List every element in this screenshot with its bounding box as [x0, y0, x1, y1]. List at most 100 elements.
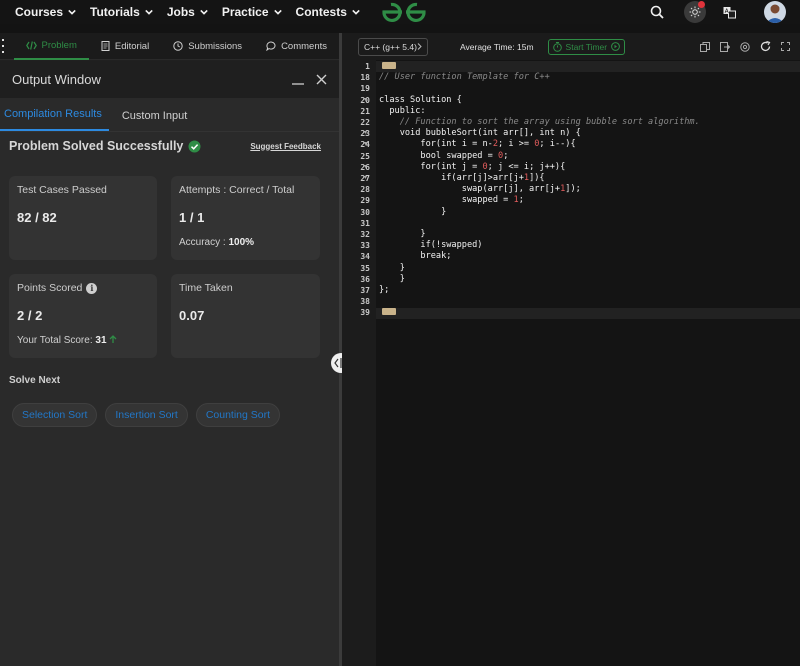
tab-submissions-label: Submissions	[188, 40, 243, 52]
points-value: 2 / 2	[17, 308, 43, 323]
tab-comments[interactable]: Comments	[254, 33, 339, 60]
nav-jobs-label: Jobs	[166, 5, 195, 19]
minimize-icon[interactable]	[292, 74, 304, 86]
line-number: 32	[360, 230, 370, 239]
tab-custom-input[interactable]: Custom Input	[109, 110, 200, 131]
code-line	[379, 61, 396, 72]
top-navbar: Courses Tutorials Jobs Practice Contests…	[0, 0, 800, 24]
code-line: for(int j = 0; j <= i; j++){	[379, 161, 566, 172]
document-icon	[101, 41, 110, 51]
solve-next-chip[interactable]: Counting Sort	[195, 403, 281, 427]
code-line: class Solution {	[379, 94, 462, 105]
search-icon[interactable]	[646, 1, 668, 23]
nav-courses-label: Courses	[15, 5, 64, 19]
editor-toolbar: C++ (g++ 5.4) Average Time: 15m Start Ti…	[342, 33, 800, 60]
line-number: 34	[360, 252, 370, 262]
suggest-feedback-link[interactable]: Suggest Feedback	[250, 142, 321, 151]
start-timer-button[interactable]: Start Timer	[547, 38, 626, 55]
tab-problem[interactable]: Problem	[13, 33, 89, 60]
accuracy-label: Accuracy :	[179, 237, 226, 248]
accuracy-value: 100%	[228, 237, 255, 248]
nav-practice-label: Practice	[221, 5, 269, 19]
fold-arrow-icon[interactable]: ▾	[364, 173, 367, 184]
time-taken-label: Time Taken	[179, 282, 233, 294]
solve-next-list: Selection Sort Insertion Sort Counting S…	[12, 403, 281, 427]
nav-practice[interactable]: Practice	[222, 5, 282, 19]
collapsed-code-icon[interactable]	[382, 308, 396, 316]
test-cases-label: Test Cases Passed	[17, 184, 107, 196]
code-line: if(!swapped)	[379, 240, 483, 251]
code-line: }	[379, 273, 405, 284]
collapsed-region[interactable]	[376, 308, 800, 319]
avatar[interactable]	[764, 1, 786, 23]
fold-arrow-icon[interactable]: ▾	[364, 128, 367, 139]
nav-jobs[interactable]: Jobs	[167, 5, 208, 19]
line-number: 29	[360, 196, 370, 206]
test-cases-value: 82 / 82	[17, 210, 57, 225]
code-line: };	[379, 285, 390, 295]
chevron-down-icon	[68, 9, 76, 15]
chevron-down-icon	[352, 9, 360, 15]
sun-icon	[689, 6, 701, 18]
menu-icon[interactable]	[2, 39, 4, 53]
code-line: }	[379, 229, 426, 239]
time-taken-value: 0.07	[179, 308, 205, 323]
info-icon[interactable]: i	[86, 282, 98, 294]
code-line: swapped = 1;	[379, 195, 524, 206]
settings-icon[interactable]	[740, 41, 750, 52]
code-line: break;	[379, 251, 452, 262]
points-label: Points Scored	[17, 282, 83, 294]
reset-icon[interactable]	[760, 41, 771, 52]
code-line: if(arr[j]>arr[j+1]){	[379, 173, 545, 183]
nav-contests[interactable]: Contests	[296, 5, 360, 19]
fold-arrow-icon[interactable]: ▾	[364, 162, 367, 173]
arrow-up-icon	[109, 335, 117, 343]
nav-courses[interactable]: Courses	[15, 5, 76, 19]
attempts-label: Attempts : Correct / Total	[179, 184, 295, 196]
problem-tabbar: Problem Editorial Submissions Comments	[0, 33, 339, 60]
line-number: 36	[360, 274, 370, 284]
output-window-title: Output Window	[12, 72, 101, 87]
gfg-logo[interactable]	[381, 1, 427, 23]
clock-icon	[173, 41, 183, 51]
theme-toggle-button[interactable]	[684, 1, 706, 23]
points-label-row: Points Scored i	[17, 282, 149, 294]
nav-tutorials-label: Tutorials	[90, 5, 140, 19]
code-icon	[25, 40, 37, 50]
copy-icon[interactable]	[700, 41, 710, 52]
close-icon[interactable]	[316, 74, 327, 85]
solve-next-heading: Solve Next	[9, 375, 61, 386]
collapsed-region[interactable]	[376, 61, 800, 72]
output-window: Output Window Compilation Results Custom…	[0, 61, 339, 666]
upload-file-icon[interactable]	[720, 41, 730, 52]
translate-icon[interactable]: A	[718, 1, 740, 23]
output-window-header: Output Window	[0, 61, 339, 98]
tab-compilation-results[interactable]: Compilation Results	[0, 108, 109, 131]
line-number: 38	[360, 297, 370, 307]
output-tabs: Compilation Results Custom Input	[0, 98, 339, 131]
line-number: 25	[360, 151, 370, 161]
line-number: 22	[360, 118, 370, 127]
tab-editorial[interactable]: Editorial	[89, 33, 161, 60]
fold-arrow-icon[interactable]: ▾	[364, 95, 367, 106]
play-icon	[611, 42, 621, 51]
language-select[interactable]: C++ (g++ 5.4)	[358, 37, 428, 56]
tab-editorial-label: Editorial	[114, 40, 150, 52]
stopwatch-icon	[552, 41, 562, 52]
fullscreen-icon[interactable]	[781, 42, 790, 51]
solve-next-chip[interactable]: Selection Sort	[12, 403, 98, 427]
test-cases-card: Test Cases Passed 82 / 82	[9, 176, 157, 260]
total-score-row: Your Total Score: 31	[17, 335, 149, 346]
comment-icon	[266, 41, 276, 51]
time-taken-card: Time Taken 0.07	[171, 274, 320, 358]
nav-tutorials[interactable]: Tutorials	[90, 5, 153, 19]
code-line: public:	[379, 105, 426, 116]
line-number: 21	[360, 106, 370, 116]
fold-arrow-icon[interactable]: ▾	[364, 139, 367, 150]
tab-submissions[interactable]: Submissions	[161, 33, 254, 60]
language-select-value: C++ (g++ 5.4)	[364, 41, 417, 52]
line-number: 31	[360, 218, 370, 228]
code-line: swap(arr[j], arr[j+1]);	[379, 184, 581, 195]
collapsed-code-icon[interactable]	[382, 62, 396, 69]
solve-next-chip[interactable]: Insertion Sort	[105, 403, 188, 427]
